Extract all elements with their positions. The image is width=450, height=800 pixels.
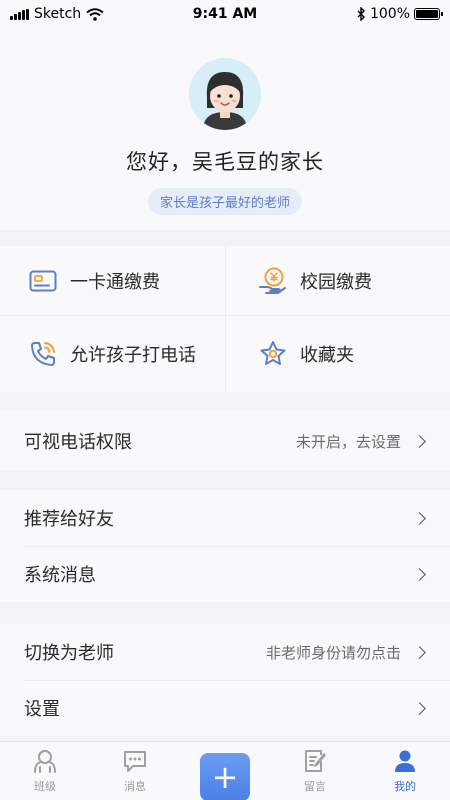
profile-header: 您好，吴毛豆的家长 家长是孩子最好的老师 xyxy=(0,28,450,230)
system-messages-row[interactable]: 系统消息 xyxy=(0,546,450,602)
chevron-right-icon xyxy=(413,701,426,715)
signal-icon xyxy=(10,8,29,20)
tab-label: 消息 xyxy=(124,780,146,793)
carrier-group: Sketch xyxy=(10,6,104,22)
shortcut-favorites[interactable]: 收藏夹 xyxy=(225,316,450,392)
tab-label: 留言 xyxy=(304,780,326,793)
message-icon xyxy=(122,748,148,774)
carrier-name: Sketch xyxy=(34,6,82,22)
chevron-right-icon xyxy=(413,511,426,525)
shortcut-campus-payment[interactable]: 校园缴费 xyxy=(225,246,450,316)
tab-class[interactable]: 班级 xyxy=(5,742,85,794)
chevron-right-icon xyxy=(413,567,426,581)
shortcut-label: 允许孩子打电话 xyxy=(70,345,196,366)
shortcut-grid: 一卡通缴费 校园缴费 允许孩子打电话 收藏夹 xyxy=(0,246,450,392)
note-icon xyxy=(302,748,328,774)
menu-group-2: 切换为老师 非老师身份请勿点击 设置 xyxy=(0,624,450,736)
card-icon xyxy=(28,266,58,296)
row-label: 系统消息 xyxy=(24,565,96,586)
yuan-payment-icon xyxy=(258,266,288,296)
switch-to-teacher-row[interactable]: 切换为老师 非老师身份请勿点击 xyxy=(0,624,450,680)
battery-icon xyxy=(414,8,443,20)
recommend-friends-row[interactable]: 推荐给好友 xyxy=(0,490,450,546)
motto-badge: 家长是孩子最好的老师 xyxy=(147,188,302,215)
row-label: 可视电话权限 xyxy=(24,432,132,453)
tab-label: 班级 xyxy=(34,780,56,793)
row-label: 切换为老师 xyxy=(24,643,114,664)
phone-icon xyxy=(28,339,58,369)
row-label: 设置 xyxy=(24,699,60,720)
shortcut-label: 收藏夹 xyxy=(300,345,354,366)
star-icon xyxy=(258,339,288,369)
battery-percent: 100% xyxy=(369,6,410,22)
tab-bar: 班级 消息 + 留言 我的 xyxy=(0,741,450,800)
settings-row[interactable]: 设置 xyxy=(0,680,450,736)
tab-mine[interactable]: 我的 xyxy=(365,742,445,794)
avatar-girl-icon xyxy=(189,58,261,130)
bluetooth-icon xyxy=(357,7,365,21)
menu-group-1: 推荐给好友 系统消息 xyxy=(0,490,450,602)
row-hint: 非老师身份请勿点击 xyxy=(265,643,401,662)
row-label: 推荐给好友 xyxy=(24,509,114,530)
row-status: 未开启，去设置 xyxy=(295,432,401,451)
tab-add[interactable]: + xyxy=(185,742,265,800)
video-call-block: 可视电话权限 未开启，去设置 xyxy=(0,411,450,471)
tab-messages[interactable]: 消息 xyxy=(95,742,175,794)
tab-notes[interactable]: 留言 xyxy=(275,742,355,794)
user-icon xyxy=(392,748,418,774)
shortcut-allow-call[interactable]: 允许孩子打电话 xyxy=(0,316,225,392)
battery-group: 100% xyxy=(357,6,443,22)
chevron-right-icon xyxy=(413,645,426,659)
shortcut-label: 校园缴费 xyxy=(300,271,372,293)
greeting-text: 您好，吴毛豆的家长 xyxy=(126,150,324,174)
shortcut-card-payment[interactable]: 一卡通缴费 xyxy=(0,246,225,316)
tab-label: 我的 xyxy=(394,780,416,793)
avatar[interactable] xyxy=(189,58,261,130)
class-icon xyxy=(32,748,58,774)
chevron-right-icon xyxy=(413,434,426,448)
shortcut-label: 一卡通缴费 xyxy=(70,271,160,293)
video-call-permission-row[interactable]: 可视电话权限 未开启，去设置 xyxy=(0,411,450,471)
plus-icon[interactable]: + xyxy=(200,753,250,800)
wifi-icon xyxy=(86,7,104,21)
status-bar: Sketch 9:41 AM 100% xyxy=(0,0,450,28)
